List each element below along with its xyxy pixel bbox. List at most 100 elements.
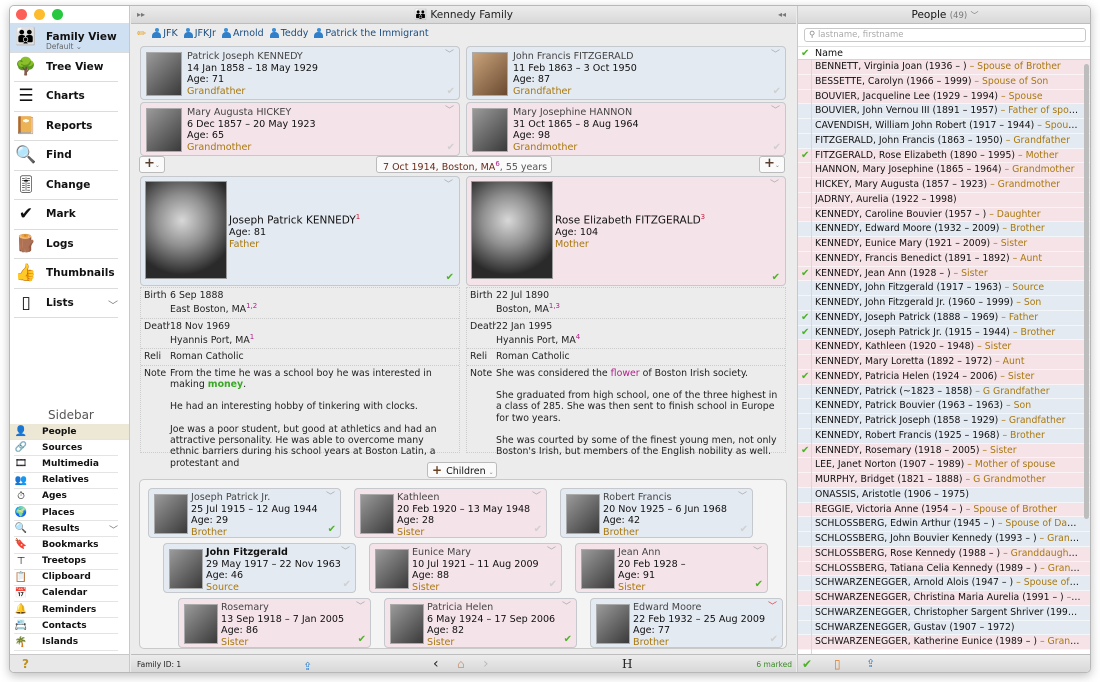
people-list-row[interactable]: SCHLOSSBERG, Tatiana Celia Kennedy (1989… (798, 561, 1090, 577)
source-ref[interactable]: 1,2 (246, 302, 257, 310)
home-icon[interactable]: ⌂ (457, 655, 465, 672)
chevron-down-icon[interactable]: ﹀ (547, 544, 556, 557)
bookmark-teddy[interactable]: Teddy (269, 28, 308, 39)
sidebar-item-calendar[interactable]: 📅 Calendar (14, 586, 118, 603)
chevron-down-icon[interactable]: ﹀ (532, 489, 541, 502)
people-list-row[interactable]: SCHWARZENEGGER, Christopher Sargent Shri… (798, 605, 1090, 621)
chevron-down-icon[interactable]: ﹀ (108, 297, 118, 312)
note-link[interactable]: money (208, 379, 243, 390)
chevron-down-icon[interactable]: ﹀ (753, 544, 762, 557)
checkmark-icon[interactable]: ✔ (447, 86, 455, 97)
people-list-row[interactable]: BOUVIER, Jacqueline Lee (1929 – 1994) – … (798, 89, 1090, 105)
people-list-row[interactable]: FITZGERALD, John Francis (1863 – 1950) –… (798, 133, 1090, 149)
help-button[interactable]: ? (10, 654, 129, 672)
bookmark-patrick-the-immigrant[interactable]: Patrick the Immigrant (314, 28, 429, 39)
person-card[interactable]: Eunice Mary 10 Jul 1921 – 11 Aug 2009 Age:… (369, 543, 562, 593)
people-list-row[interactable]: KENNEDY, John Fitzgerald Jr. (1960 – 199… (798, 296, 1090, 311)
nav-item-charts[interactable]: ☰ Charts (14, 82, 118, 112)
chevron-down-icon[interactable]: ﹀ (445, 47, 454, 60)
fact-death[interactable]: Death 22 Jan 1995 Hyannis Port, MA4 (467, 319, 785, 350)
person-card[interactable]: John Fitzgerald 29 May 1917 – 22 Nov 1963… (163, 543, 356, 593)
checkmark-icon[interactable]: ✔ (447, 142, 455, 153)
sidebar-item-contacts[interactable]: 📇 Contacts (14, 618, 118, 635)
chevron-down-icon[interactable]: ﹀ (562, 599, 571, 612)
people-list-row[interactable]: SCHLOSSBERG, John Bouvier Kennedy (1993 … (798, 532, 1090, 547)
chevron-down-icon[interactable]: ﹀ (445, 103, 454, 116)
chevron-down-icon[interactable]: ﹀ (356, 599, 365, 612)
people-list-row[interactable]: KENNEDY, Eunice Mary (1921 – 2009) – Sis… (798, 237, 1090, 252)
people-list-row[interactable]: ✔ KENNEDY, Patricia Helen (1924 – 2006) –… (798, 369, 1090, 385)
collapse-right-icon[interactable]: ◂◂ (778, 6, 786, 24)
people-list-row[interactable]: SCHLOSSBERG, Edwin Arthur (1945 – ) – Sp… (798, 517, 1090, 532)
zoom-button[interactable] (52, 9, 63, 20)
checkmark-icon[interactable]: ✔ (801, 311, 809, 325)
person-card[interactable]: Patrick Joseph KENNEDY 14 Jan 1858 – 18 M… (140, 46, 460, 100)
nav-item-change[interactable]: 🎚 Change (14, 171, 118, 200)
people-list-row[interactable]: ✔ KENNEDY, Jean Ann (1928 – ) – Sister (798, 266, 1090, 282)
person-card[interactable]: Mary Augusta HICKEY 6 Dec 1857 – 20 May 1… (140, 102, 460, 156)
fact-birth[interactable]: Birth 22 Jul 1890 Boston, MA1,3 (467, 288, 785, 319)
bookmark-arnold[interactable]: Arnold (221, 28, 264, 39)
checkmark-icon[interactable]: ✔ (343, 579, 351, 590)
people-list-row[interactable]: KENNEDY, Kathleen (1920 – 1948) – Sister (798, 340, 1090, 355)
name-column-header[interactable]: Name (815, 47, 843, 60)
people-list-row[interactable]: KENNEDY, Patrick Joseph (1858 – 1929) – … (798, 414, 1090, 429)
checkmark-icon[interactable]: ✔ (801, 267, 809, 281)
person-card[interactable]: Edward Moore 22 Feb 1932 – 25 Aug 2009 Age… (590, 598, 783, 648)
people-list-row[interactable]: BESSETTE, Carolyn (1966 – 1999) – Spouse… (798, 74, 1090, 90)
sidebar-item-multimedia[interactable]: 🎞 Multimedia (14, 456, 118, 473)
chevron-down-icon[interactable]: ﹀ (738, 489, 747, 502)
people-list-row[interactable]: JADRNY, Aurelia (1922 – 1998) (798, 192, 1090, 208)
lists-icon[interactable]: ▯ (834, 657, 841, 671)
scrollbar[interactable] (1084, 64, 1089, 519)
people-list-row[interactable]: ✔ KENNEDY, Joseph Patrick Jr. (1915 – 194… (798, 325, 1090, 341)
sidebar-item-clipboard[interactable]: 📋 Clipboard (14, 570, 118, 586)
checkmark-icon[interactable]: ✔ (801, 444, 809, 458)
chevron-down-icon[interactable]: ﹀ (109, 523, 118, 536)
person-card[interactable]: Robert Francis 20 Nov 1925 – 6 Jun 1968 Ag… (560, 488, 753, 538)
person-card[interactable]: Kathleen 20 Feb 1920 – 13 May 1948 Age: 28… (354, 488, 547, 538)
person-card[interactable]: Mary Josephine HANNON 31 Oct 1865 – 8 Aug… (466, 102, 786, 156)
nav-item-family-view[interactable]: 👪 Family View Default ⌄ (10, 23, 129, 53)
people-list-row[interactable]: KENNEDY, Caroline Bouvier (1957 – ) – Da… (798, 207, 1090, 223)
checkmark-icon[interactable]: ✔ (772, 272, 780, 283)
people-list-row[interactable]: KENNEDY, John Fitzgerald (1917 – 1963) –… (798, 281, 1090, 296)
source-ref[interactable]: 1 (250, 333, 254, 341)
share-icon[interactable]: ⇪ (866, 657, 875, 670)
people-list-row[interactable]: SCHWARZENEGGER, Christina Maria Aurelia … (798, 591, 1090, 606)
marriage-info[interactable]: 7 Oct 1914, Boston, MA6, 55 years (376, 156, 552, 188)
person-card[interactable]: Rosemary 13 Sep 1918 – 7 Jan 2005 Age: 86 S… (178, 598, 371, 648)
add-mother-parents-button[interactable]: +⌄ (759, 156, 785, 173)
chevron-down-icon[interactable]: ﹀ (971, 11, 979, 20)
checkmark-icon[interactable]: ✔ (773, 86, 781, 97)
checkmark-icon[interactable]: ✔ (358, 634, 366, 645)
sidebar-item-ages[interactable]: ⏱ Ages (14, 489, 118, 505)
sidebar-item-relatives[interactable]: 👥 Relatives (14, 473, 118, 489)
minimize-button[interactable] (34, 9, 45, 20)
people-list-row[interactable]: KENNEDY, Patrick Bouvier (1963 – 1963) –… (798, 399, 1090, 414)
bookmark-jfkjr[interactable]: JFKJr (183, 28, 216, 39)
fact-reli[interactable]: Reli Roman Catholic (467, 349, 785, 366)
sidebar-item-reminders[interactable]: 🔔 Reminders (14, 602, 118, 619)
fact-death[interactable]: Death 18 Nov 1969 Hyannis Port, MA1 (141, 319, 459, 350)
people-list-row[interactable]: ✔ FITZGERALD, Rose Elizabeth (1890 – 1995… (798, 148, 1090, 164)
people-list-row[interactable]: SCHLOSSBERG, Rose Kennedy (1988 – ) – Gr… (798, 546, 1090, 562)
sidebar-item-treetops[interactable]: ⊤ Treetops (14, 554, 118, 570)
checkmark-icon[interactable]: ✔ (801, 326, 809, 340)
people-list-row[interactable]: ✔ KENNEDY, Rosemary (1918 – 2005) – Siste… (798, 443, 1090, 459)
bookmark-jfk[interactable]: JFK (152, 28, 178, 39)
sidebar-item-bookmarks[interactable]: 🔖 Bookmarks (14, 537, 118, 554)
people-list-row[interactable]: MURPHY, Bridget (1821 – 1888) – G Grandm… (798, 473, 1090, 488)
people-list-row[interactable]: SCHWARZENEGGER, Gustav (1907 – 1972) (798, 620, 1090, 636)
source-ref[interactable]: 4 (576, 333, 580, 341)
add-father-parents-button[interactable]: +⌄ (139, 156, 165, 173)
checkmark-icon[interactable]: ✔ (801, 149, 809, 163)
people-list-row[interactable]: ✔ KENNEDY, Joseph Patrick (1888 – 1969) –… (798, 310, 1090, 326)
person-card[interactable]: Jean Ann 20 Feb 1928 – Age: 91 Sister ﹀ ✔ (575, 543, 768, 593)
people-list-row[interactable]: LEE, Janet Norton (1907 – 1989) – Mother… (798, 458, 1090, 473)
people-panel-title[interactable]: People (49) ﹀ (798, 6, 1090, 24)
pencil-icon[interactable]: ✏ (137, 27, 146, 40)
fact-birth[interactable]: Birth 6 Sep 1888 East Boston, MA1,2 (141, 288, 459, 319)
nav-item-mark[interactable]: ✔ Mark (14, 200, 118, 230)
checkmark-icon[interactable]: ✔ (740, 524, 748, 535)
